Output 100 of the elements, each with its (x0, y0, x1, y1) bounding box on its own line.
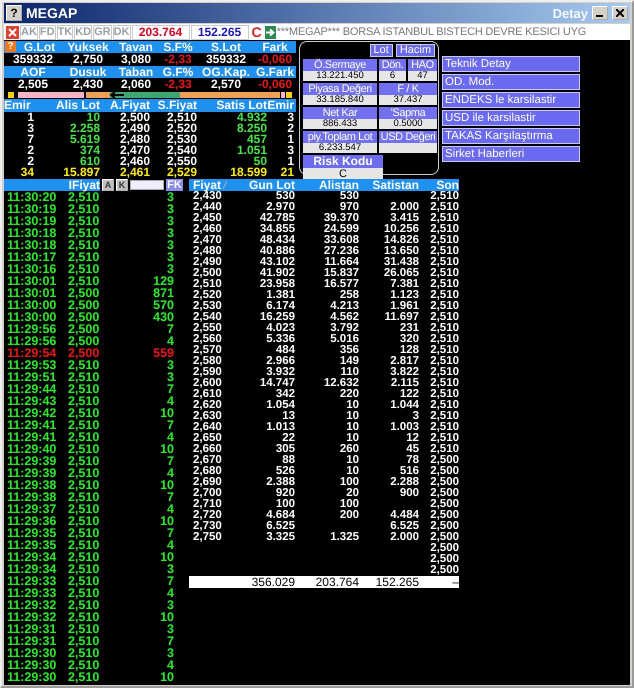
column-header: Yuksek (66, 41, 110, 53)
toolbar-tab[interactable]: GR (93, 24, 112, 40)
toolbar-tab[interactable]: AK (20, 24, 38, 40)
trade-time: 11:29:43 (6, 395, 58, 407)
stat-value: -0,060 (256, 53, 294, 66)
action-button[interactable]: USD ile karsilastir (442, 110, 580, 126)
action-button[interactable]: TAKAS Karşılaştırma (442, 128, 580, 144)
column-header: S.Lot (210, 41, 242, 53)
trade-lot: 4 (166, 431, 174, 443)
trade-price: 2,500 (68, 323, 100, 335)
arrow-icon[interactable] (264, 26, 276, 38)
trade-time: 11:29:40 (6, 443, 58, 455)
trade-price: 2,510 (68, 407, 100, 419)
trade-price: 2,510 (68, 671, 100, 683)
stat-value: 2,060 (120, 78, 152, 91)
table-cell-text: 516 (398, 466, 419, 477)
trade-price: 2,510 (68, 251, 100, 263)
trade-lot: 7 (166, 455, 174, 467)
trade-lot: 7 (166, 575, 174, 587)
column-header: A.Fiyat (108, 99, 150, 112)
table-cell-text: 2 (26, 145, 34, 156)
table-cell-text: 4.484 (389, 510, 419, 521)
table-cell-text: 2,550 (166, 156, 197, 167)
trade-time: 11:30:18 (6, 227, 58, 239)
table-cell-text: 2.966 (265, 356, 295, 367)
minimize-button[interactable] (592, 6, 608, 20)
close-icon[interactable] (6, 26, 19, 38)
table-cell-text: 2,500 (429, 554, 459, 565)
table-cell-text: 2,540 (166, 145, 197, 156)
trade-time: 11:29:30 (6, 659, 58, 671)
help-button[interactable]: ? (5, 41, 16, 52)
table-cell-text: 305 (274, 444, 295, 455)
stat-value: 2,430 (72, 78, 104, 91)
table-cell-text: 2,570 (192, 345, 223, 356)
toolbar-tab[interactable]: TK (56, 24, 74, 40)
table-cell-text: 14.826 (382, 235, 419, 246)
trade-time: 11:30:18 (6, 239, 58, 251)
trade-lot: 430 (152, 311, 174, 323)
stat-value: 2,750 (72, 53, 104, 66)
filter-button[interactable]: A (102, 179, 114, 191)
table-cell-text: 26.065 (382, 268, 419, 279)
table-cell-text: 2,510 (429, 235, 459, 246)
trade-price: 2,510 (68, 263, 100, 275)
column-header: Satis Lot (215, 99, 267, 112)
column-header: G.Lot (22, 41, 56, 53)
stat-value: -2,33 (163, 78, 193, 91)
table-cell-text: 2,560 (192, 334, 223, 345)
close-button[interactable] (612, 6, 628, 20)
table-cell-text: 34.855 (258, 224, 295, 235)
trade-lot: 559 (152, 347, 174, 359)
table-cell-text: 2,440 (192, 202, 223, 213)
table-cell-text: 2,510 (429, 257, 459, 268)
field-value: 33.185.840 (303, 95, 377, 105)
filter-button[interactable]: FK (166, 179, 183, 191)
table-cell-text: 2,550 (192, 323, 223, 334)
table-cell-text: 3 (26, 123, 34, 134)
table-cell-text: 200 (338, 510, 359, 521)
trade-lot: 871 (152, 287, 174, 299)
table-cell-text: 2 (286, 123, 294, 134)
table-cell-text: 41.902 (258, 268, 295, 279)
action-button[interactable]: OD. Mod. (442, 74, 580, 90)
sort-icon (222, 180, 228, 190)
input-field[interactable] (130, 180, 164, 190)
trade-lot: 4 (166, 659, 174, 671)
table-cell-text: 260 (338, 444, 359, 455)
filter-button[interactable]: K (116, 179, 128, 191)
table-cell-text: 100 (338, 499, 359, 510)
trade-time: 11:29:38 (6, 491, 58, 503)
action-button[interactable]: ENDEKS le karsilastir (442, 92, 580, 108)
toolbar-tab[interactable]: FD (38, 24, 56, 40)
trade-price: 2,510 (68, 395, 100, 407)
table-cell-text: 13.650 (382, 246, 419, 257)
trade-time: 11:29:42 (6, 407, 58, 419)
risk-label: Risk Kodu (303, 155, 383, 168)
table-cell-text: 27.236 (322, 246, 359, 257)
trade-lot: 10 (159, 515, 174, 527)
toolbar-tab[interactable]: DK (112, 24, 131, 40)
action-button[interactable]: Teknik Detay (442, 56, 580, 72)
table-cell-text: 2,510 (429, 224, 459, 235)
stat-value: 2,505 (16, 78, 50, 91)
table-cell-text: 1 (287, 156, 294, 167)
trade-time: 11:29:32 (6, 599, 58, 611)
table-cell-text: 10 (345, 400, 359, 411)
field-value: 13.221.450 (303, 71, 377, 81)
toolbar-tab[interactable]: KD (74, 24, 92, 40)
table-cell-text: 12 (405, 433, 419, 444)
table-cell-text: 42.785 (258, 213, 295, 224)
table-cell-text: 2,710 (192, 499, 223, 510)
field-label: Net Kar (303, 107, 377, 119)
toggle-button[interactable]: Lot (370, 44, 393, 57)
stat-value: -0,060 (256, 78, 294, 91)
trade-lot: 7 (166, 527, 174, 539)
action-button[interactable]: Sirket Haberleri (442, 146, 580, 162)
column-header[interactable]: Fiyat (189, 179, 229, 191)
trade-lot: 3 (166, 191, 174, 203)
trade-time: 11:30:17 (6, 251, 58, 263)
column-header: S.Fiyat (156, 99, 197, 112)
news-ticker: ***MEGAP*** BORSA ISTANBUL BISTECH DEVRE KESICI UYG (276, 26, 586, 38)
table-cell-text: 45 (405, 444, 419, 455)
toggle-button[interactable]: Hacim (396, 44, 435, 57)
